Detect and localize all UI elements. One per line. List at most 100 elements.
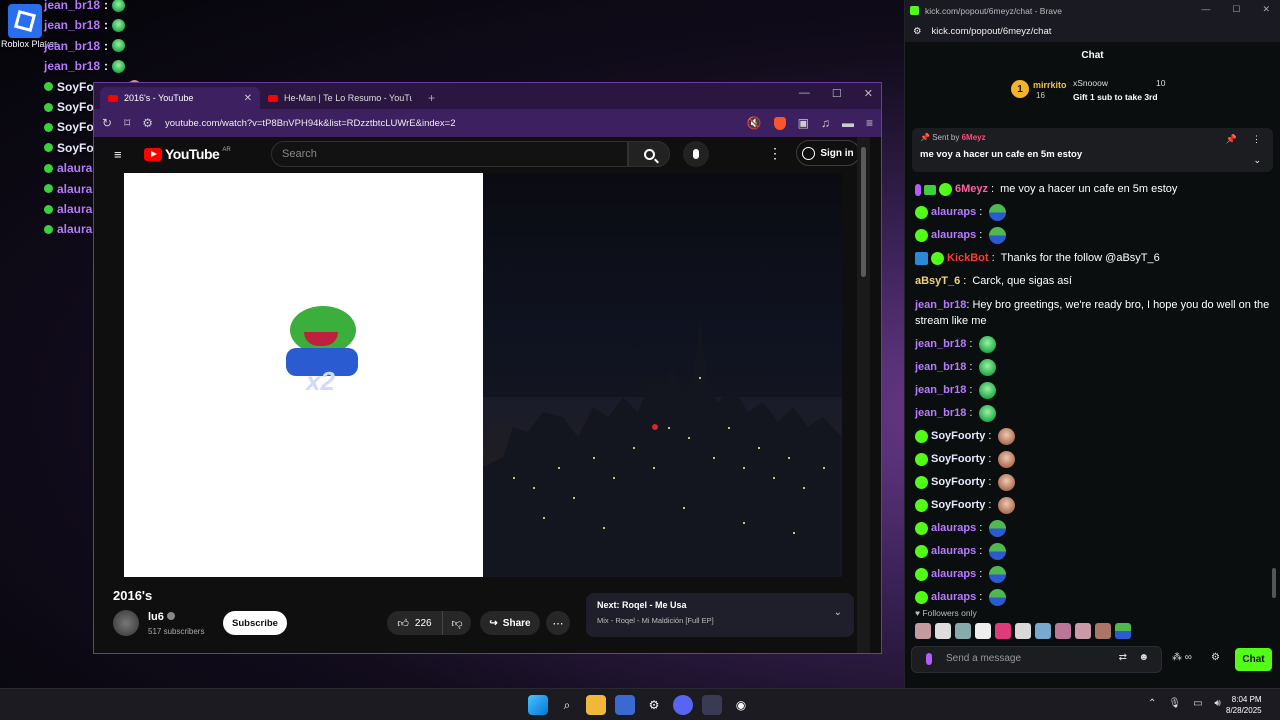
wallet-icon[interactable]: ▬	[842, 116, 854, 130]
chat-username[interactable]: 6Meyz	[955, 178, 988, 201]
emote-9[interactable]	[1075, 623, 1091, 639]
tab-youtube-2016s[interactable]: 2016's - YouTube ✕	[100, 87, 260, 109]
more-actions-button[interactable]: ⋯	[546, 611, 570, 635]
chat-username[interactable]: alauraps	[931, 517, 976, 540]
hamburger-menu-icon[interactable]: ≡	[114, 147, 122, 162]
gift-sub-prompt[interactable]: Gift 1 sub to take 3rd	[1073, 92, 1158, 102]
chevron-up-icon[interactable]: ⌃	[1148, 698, 1156, 709]
chevron-down-icon[interactable]: ⌄	[1253, 155, 1261, 166]
more-options-icon[interactable]: ⋮	[1252, 134, 1261, 145]
settings-icon[interactable]: ⚙	[644, 695, 664, 715]
search-icon[interactable]: ⌕	[557, 695, 577, 715]
chat-settings-icon[interactable]: ⚙	[1211, 652, 1220, 663]
site-settings-icon[interactable]: ⚙	[913, 26, 922, 37]
video-player[interactable]: x2	[124, 173, 842, 577]
url-field[interactable]: kick.com/popout/6meyz/chat	[932, 26, 1052, 37]
dislike-button[interactable]: 👎︎	[443, 611, 471, 635]
maximize-icon[interactable]: ☐	[832, 87, 842, 100]
extensions-icon[interactable]: ⁂ ∞	[1172, 652, 1192, 663]
network-icon[interactable]: ▭	[1193, 698, 1202, 709]
reload-icon[interactable]: ↻	[102, 116, 112, 130]
emote-11[interactable]	[1115, 623, 1131, 639]
start-icon[interactable]	[528, 695, 548, 715]
emote-10[interactable]	[1095, 623, 1111, 639]
emote-3[interactable]	[955, 623, 971, 639]
leader-first-user[interactable]: mirrkito	[1033, 80, 1067, 90]
share-button[interactable]: ↪ Share	[480, 611, 540, 635]
minimize-icon[interactable]: —	[1201, 4, 1210, 15]
sign-in-button[interactable]: Sign in	[796, 140, 860, 166]
file-explorer-icon[interactable]	[586, 695, 606, 715]
tab-close-icon[interactable]: ✕	[244, 93, 252, 104]
chat-username[interactable]: SoyFoorty	[931, 448, 985, 471]
emote-4[interactable]	[975, 623, 991, 639]
emote-7[interactable]	[1035, 623, 1051, 639]
voice-search-button[interactable]	[683, 141, 709, 167]
chat-username[interactable]: alauraps	[931, 540, 976, 563]
roblox-player-icon[interactable]	[8, 4, 42, 38]
page-scrollbar[interactable]	[857, 137, 870, 653]
close-icon[interactable]: ✕	[1262, 4, 1270, 15]
tab-he-man[interactable]: He-Man | Te Lo Resumo - YouTube	[260, 87, 420, 109]
sidebar-icon[interactable]: ▣	[798, 116, 809, 130]
chat-username[interactable]: alauraps	[931, 224, 976, 247]
chat-username[interactable]: jean_br18	[915, 402, 966, 425]
taskbar-clock[interactable]: 8:04 PM 8/28/2025	[1226, 694, 1262, 716]
emote-1[interactable]	[915, 623, 931, 639]
like-button[interactable]: 👍︎ 226	[387, 611, 443, 635]
close-icon[interactable]: ✕	[864, 87, 873, 100]
up-next-card[interactable]: Next: Roqel - Me Usa Mix - Roqel - Mi Ma…	[586, 593, 854, 637]
unpin-icon[interactable]: 📌	[1226, 134, 1237, 145]
volume-icon[interactable]: 🔊︎	[1215, 698, 1221, 709]
url-field[interactable]: youtube.com/watch?v=tP8BnVPH94k&list=RDz…	[165, 118, 735, 129]
search-button[interactable]	[628, 141, 670, 167]
chat-username[interactable]: jean_br18	[915, 379, 966, 402]
chat-username[interactable]: alauraps	[931, 201, 976, 224]
send-message-input[interactable]: Send a message ⇄ ☻	[911, 646, 1162, 673]
chat-username[interactable]: SoyFoorty	[931, 425, 985, 448]
bookmark-icon[interactable]: ⌑	[124, 116, 130, 130]
pinned-username[interactable]: 6Meyz	[962, 133, 986, 142]
youtube-logo[interactable]: YouTube AR	[144, 146, 231, 162]
chat-username[interactable]: SoyFoorty	[931, 471, 985, 494]
youtube-browser-window[interactable]: 2016's - YouTube ✕ He-Man | Te Lo Resumo…	[93, 82, 882, 654]
brave-shield-icon[interactable]	[773, 116, 786, 130]
mute-icon[interactable]: 🔇	[747, 116, 762, 130]
chevron-down-icon[interactable]: ⌄	[834, 607, 842, 618]
obs-icon[interactable]: ◉	[731, 695, 751, 715]
chat-username[interactable]: jean_br18	[915, 299, 966, 311]
leader-second-user[interactable]: xSnooow	[1073, 78, 1108, 88]
emote-6[interactable]	[1015, 623, 1031, 639]
emote-8[interactable]	[1055, 623, 1071, 639]
more-options-icon[interactable]: ⋮	[768, 145, 782, 162]
browser-menu-icon[interactable]: ≡	[866, 116, 873, 130]
chat-username[interactable]: alauraps	[931, 586, 976, 609]
chat-username[interactable]: KickBot	[947, 247, 989, 270]
chat-username[interactable]: jean_br18	[915, 356, 966, 379]
chat-username[interactable]: SoyFoorty	[931, 494, 985, 517]
mic-icon[interactable]: 🎙︎	[1168, 698, 1181, 709]
maximize-icon[interactable]: ☐	[1232, 4, 1240, 15]
emote-5[interactable]	[995, 623, 1011, 639]
discord-icon[interactable]	[673, 695, 693, 715]
chat-send-button[interactable]: Chat	[1235, 648, 1272, 671]
store-icon[interactable]	[615, 695, 635, 715]
channel-name-row[interactable]: lu6	[148, 611, 175, 623]
kick-chat-window[interactable]: kick.com/popout/6meyz/chat - Brave — ☐ ✕…	[904, 0, 1280, 688]
brave-icon[interactable]	[702, 695, 722, 715]
channel-avatar[interactable]	[113, 610, 139, 636]
new-tab-button[interactable]: +	[428, 91, 435, 105]
subscribe-button[interactable]: Subscribe	[223, 611, 287, 635]
emote-2[interactable]	[935, 623, 951, 639]
channel-name[interactable]: lu6	[148, 611, 164, 623]
search-input[interactable]: Search	[271, 141, 628, 167]
translate-icon[interactable]: ⇄	[1119, 652, 1127, 663]
chat-scrollbar[interactable]	[1272, 568, 1276, 598]
chat-username[interactable]: alauraps	[931, 563, 976, 586]
media-icon[interactable]: ♫	[821, 116, 830, 130]
chat-username[interactable]: aBsyT_6	[915, 270, 960, 293]
emoji-icon[interactable]: ☻	[1138, 652, 1149, 663]
site-settings-icon[interactable]: ⚙	[142, 116, 153, 130]
minimize-icon[interactable]: —	[799, 87, 810, 100]
chat-username[interactable]: jean_br18	[915, 333, 966, 356]
